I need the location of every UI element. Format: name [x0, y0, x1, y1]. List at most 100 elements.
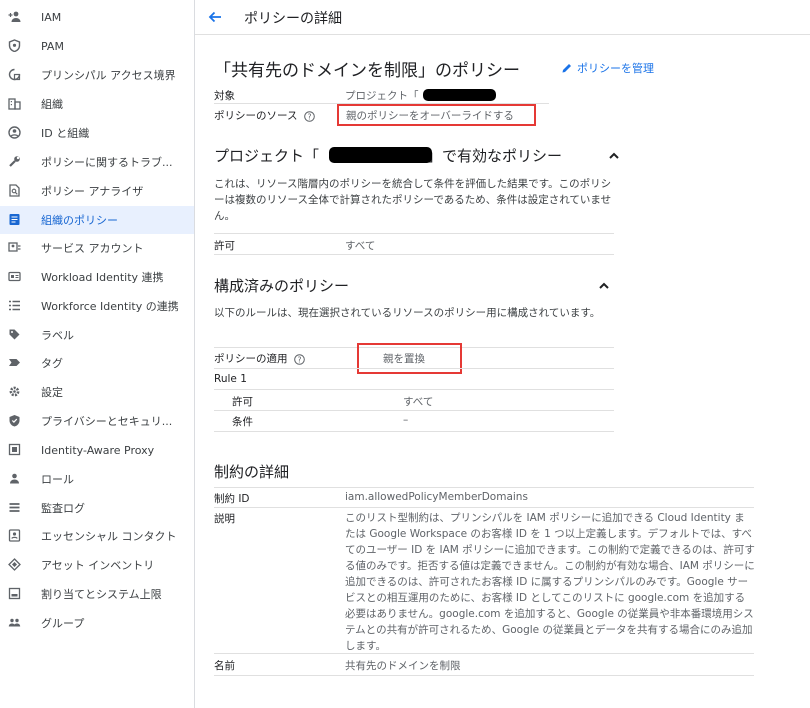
- document-search-icon: [8, 184, 21, 197]
- page-header: ポリシーの詳細: [195, 0, 810, 35]
- sidebar-item-label: アセット インベントリ: [41, 559, 155, 572]
- sidebar-item-label: ID と組織: [41, 127, 90, 140]
- tag-icon: [8, 356, 21, 369]
- privacy-shield-icon: [8, 414, 21, 427]
- rule-condition-label: 条件: [232, 416, 253, 428]
- rule-condition-value: –: [403, 414, 409, 426]
- edit-pencil-icon: [562, 64, 571, 73]
- constraint-name-label: 名前: [214, 660, 235, 672]
- chevron-up-icon[interactable]: [597, 279, 611, 293]
- constraint-description-value: このリスト型制約は、プリンシパルを IAM ポリシーに追加できる Cloud I…: [345, 512, 755, 652]
- help-icon[interactable]: ?: [294, 353, 305, 365]
- back-arrow-icon[interactable]: [207, 9, 223, 25]
- effective-allow-value: すべて: [345, 240, 376, 252]
- sidebar-item-label: 組織のポリシー: [41, 214, 118, 227]
- rule-allow-value: すべて: [403, 396, 434, 408]
- svg-text:?: ?: [297, 355, 301, 364]
- manage-policy-label: ポリシーを管理: [577, 62, 654, 75]
- list-icon: [8, 299, 21, 312]
- target-value: プロジェクト「: [345, 90, 419, 102]
- sidebar-item-identity-and-organization[interactable]: ID と組織: [0, 119, 194, 147]
- svg-text:?: ?: [307, 112, 311, 121]
- sidebar-item-label: ポリシーに関するトラブ...: [41, 156, 173, 169]
- sidebar-item-pam[interactable]: PAM: [0, 32, 194, 60]
- sidebar-item-privacy-security[interactable]: プライバシーとセキュリ...: [0, 407, 194, 435]
- sidebar-item-organization-policies[interactable]: 組織のポリシー: [0, 206, 194, 234]
- label-icon: [8, 328, 21, 341]
- chevron-up-icon[interactable]: [607, 149, 621, 163]
- sidebar-item-label: エッセンシャル コンタクト: [41, 530, 177, 543]
- effective-allow-label: 許可: [214, 240, 235, 252]
- sidebar-item-organization[interactable]: 組織: [0, 90, 194, 118]
- sidebar-item-label: PAM: [41, 39, 64, 53]
- help-icon[interactable]: ?: [304, 110, 315, 122]
- highlight-box: [337, 104, 536, 126]
- target-label: 対象: [214, 90, 235, 102]
- role-icon: [8, 472, 21, 485]
- sidebar-item-roles[interactable]: ロール: [0, 465, 194, 493]
- sidebar-item-label: 組織: [41, 98, 63, 111]
- sidebar-item-label: プライバシーとセキュリ...: [41, 415, 173, 428]
- sidebar-item-identity-aware-proxy[interactable]: Identity-Aware Proxy: [0, 436, 194, 464]
- redacted-project-name: [423, 89, 496, 101]
- boundary-icon: [8, 68, 21, 81]
- sidebar-item-label: Workload Identity 連携: [41, 271, 164, 284]
- sidebar-item-label: ラベル: [41, 329, 74, 342]
- gear-icon: [8, 385, 21, 398]
- sidebar-item-label: ポリシー アナライザ: [41, 185, 144, 198]
- sidebar-item-policy-analyzer[interactable]: ポリシー アナライザ: [0, 177, 194, 205]
- policy-document-icon: [8, 213, 21, 226]
- sidebar-item-label: 監査ログ: [41, 502, 85, 515]
- highlight-box: [357, 343, 462, 374]
- rule-allow-label: 許可: [232, 396, 253, 408]
- main-content: ポリシーの詳細 「共有先のドメインを制限」のポリシー ポリシーを管理 対象 プロ…: [195, 0, 810, 708]
- group-icon: [8, 616, 21, 629]
- sidebar-item-audit-logs[interactable]: 監査ログ: [0, 494, 194, 522]
- sidebar-item-label: IAM: [41, 10, 62, 24]
- proxy-icon: [8, 443, 21, 456]
- sidebar: IAM PAM プリンシパル アクセス境界 組織 ID と組織 ポリシーに関する…: [0, 0, 195, 708]
- page-title: ポリシーの詳細: [244, 11, 342, 27]
- audit-log-icon: [8, 501, 21, 514]
- sidebar-item-policy-troubleshooter[interactable]: ポリシーに関するトラブ...: [0, 148, 194, 176]
- sidebar-item-label: 設定: [41, 386, 63, 399]
- sidebar-item-asset-inventory[interactable]: アセット インベントリ: [0, 551, 194, 579]
- sidebar-item-labels[interactable]: ラベル: [0, 321, 194, 349]
- sidebar-item-workload-identity[interactable]: Workload Identity 連携: [0, 263, 194, 291]
- policy-title: 「共有先のドメインを制限」のポリシー: [214, 61, 520, 81]
- constraint-details-title: 制約の詳細: [214, 463, 290, 481]
- sidebar-item-label: タグ: [41, 357, 63, 370]
- constraint-id-value: iam.allowedPolicyMemberDomains: [345, 491, 528, 503]
- organization-icon: [8, 97, 21, 110]
- sidebar-item-principal-access-boundary[interactable]: プリンシパル アクセス境界: [0, 61, 194, 89]
- person-add-icon: [8, 10, 21, 23]
- sidebar-item-service-accounts[interactable]: サービス アカウント: [0, 234, 194, 262]
- sidebar-item-workforce-identity[interactable]: Workforce Identity の連携: [0, 292, 194, 320]
- contact-icon: [8, 529, 21, 542]
- constraint-id-label: 制約 ID: [214, 493, 250, 505]
- sidebar-item-iam[interactable]: IAM: [0, 3, 194, 31]
- constraint-description-label: 説明: [214, 513, 235, 525]
- sidebar-item-label: 割り当てとシステム上限: [41, 588, 162, 601]
- sidebar-item-label: Identity-Aware Proxy: [41, 443, 155, 457]
- sidebar-item-tags[interactable]: タグ: [0, 349, 194, 377]
- configured-policy-description: 以下のルールは、現在選択されているリソースのポリシー用に構成されています。: [214, 307, 601, 319]
- workload-icon: [8, 270, 21, 283]
- service-account-icon: [8, 241, 21, 254]
- sidebar-item-groups[interactable]: グループ: [0, 609, 194, 637]
- rule-label: Rule 1: [214, 373, 247, 385]
- sidebar-item-settings[interactable]: 設定: [0, 378, 194, 406]
- redacted-project-name: [329, 147, 432, 163]
- effective-policy-description: これは、リソース階層内のポリシーを統合して条件を評価した結果です。このポリシーは…: [214, 178, 612, 222]
- policy-source-label: ポリシーのソース ?: [214, 108, 315, 123]
- sidebar-item-label: サービス アカウント: [41, 242, 144, 255]
- manage-policy-link[interactable]: ポリシーを管理: [561, 60, 654, 76]
- sidebar-item-essential-contacts[interactable]: エッセンシャル コンタクト: [0, 522, 194, 550]
- sidebar-item-quotas[interactable]: 割り当てとシステム上限: [0, 580, 194, 608]
- account-circle-icon: [8, 126, 21, 139]
- sidebar-item-label: Workforce Identity の連携: [41, 300, 179, 313]
- sidebar-item-label: プリンシパル アクセス境界: [41, 69, 176, 82]
- inventory-icon: [8, 558, 21, 571]
- shield-icon: [8, 39, 21, 52]
- sidebar-item-label: グループ: [41, 617, 85, 630]
